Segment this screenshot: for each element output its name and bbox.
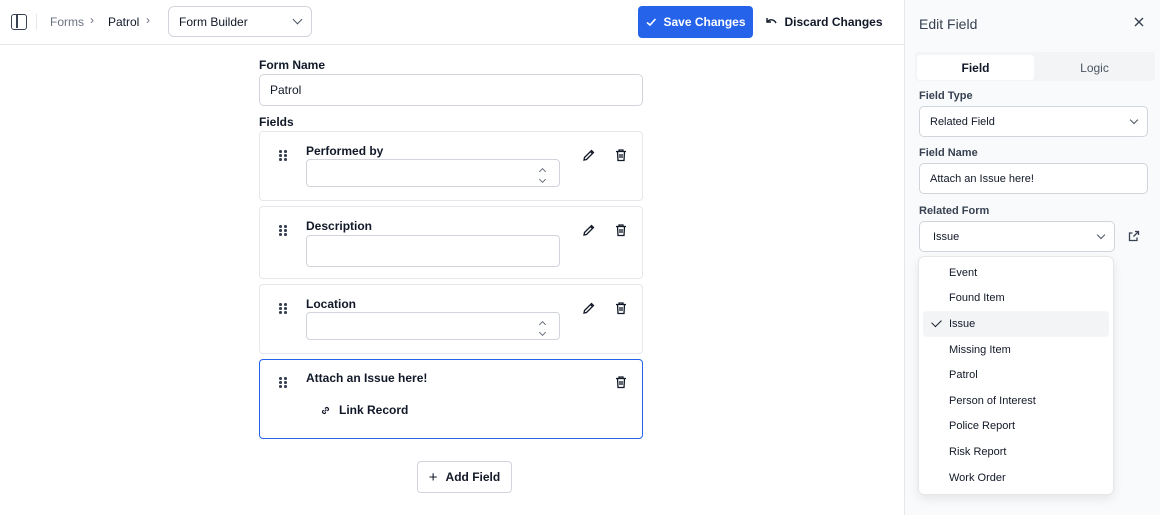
field-name-value: Attach an Issue here! — [930, 172, 1034, 185]
fields-label: Fields — [259, 115, 294, 129]
field-card-location[interactable]: Location — [259, 284, 643, 354]
pencil-icon[interactable] — [581, 222, 597, 238]
tab-logic[interactable]: Logic — [1036, 55, 1153, 80]
chevron-down-icon — [292, 14, 303, 25]
discard-changes-label: Discard Changes — [784, 15, 883, 29]
location-select[interactable] — [306, 312, 560, 340]
close-icon[interactable] — [1133, 16, 1145, 28]
divider — [36, 14, 37, 30]
pencil-icon[interactable] — [581, 147, 597, 163]
sidebar-toggle-icon[interactable] — [11, 14, 27, 30]
field-type-value: Related Field — [930, 115, 995, 128]
add-field-button[interactable]: + Add Field — [417, 461, 512, 493]
option-label: Person of Interest — [949, 394, 1036, 407]
field-card-description[interactable]: Description — [259, 206, 643, 279]
view-select-value: Form Builder — [179, 14, 248, 29]
panel-title: Edit Field — [919, 16, 978, 32]
form-name-value: Patrol — [270, 83, 302, 97]
undo-icon — [766, 18, 778, 24]
field-label: Description — [306, 219, 373, 233]
related-form-value: Issue — [933, 230, 960, 243]
save-changes-label: Save Changes — [663, 15, 746, 29]
related-form-select[interactable]: Issue — [919, 221, 1115, 252]
option-label: Event — [949, 266, 978, 279]
option-label: Found Item — [949, 292, 1005, 305]
option-label: Missing Item — [949, 343, 1011, 356]
description-input[interactable] — [306, 235, 560, 267]
chevron-down-icon — [1129, 115, 1139, 124]
trash-icon[interactable] — [613, 222, 629, 238]
save-changes-button[interactable]: Save Changes — [638, 6, 753, 38]
field-label: Attach an Issue here! — [306, 371, 428, 385]
field-card-performed-by[interactable]: Performed by — [259, 131, 643, 201]
tab-field[interactable]: Field — [917, 55, 1034, 80]
breadcrumb-patrol[interactable]: Patrol — [108, 15, 139, 29]
option-label: Patrol — [949, 369, 978, 382]
trash-icon[interactable] — [613, 374, 629, 390]
trash-icon[interactable] — [613, 147, 629, 163]
option-missing-item[interactable]: Missing Item — [923, 337, 1109, 363]
option-person-of-interest[interactable]: Person of Interest — [923, 388, 1109, 414]
option-patrol[interactable]: Patrol — [923, 362, 1109, 388]
link-record-label: Link Record — [339, 403, 409, 417]
panel-tabs: Field Logic — [915, 52, 1155, 81]
drag-handle-icon[interactable] — [279, 150, 287, 161]
top-bar: Forms › Patrol › Form Builder Save Chang… — [0, 0, 904, 45]
option-found-item[interactable]: Found Item — [923, 286, 1109, 312]
option-label: Work Order — [949, 471, 1006, 484]
field-type-select[interactable]: Related Field — [919, 106, 1148, 137]
option-label: Risk Report — [949, 445, 1007, 458]
drag-handle-icon[interactable] — [279, 225, 287, 236]
breadcrumb-forms[interactable]: Forms — [50, 15, 84, 29]
up-down-chevron-icon — [538, 320, 547, 337]
option-police-report[interactable]: Police Report — [923, 414, 1109, 440]
option-event[interactable]: Event — [923, 260, 1109, 286]
view-select[interactable]: Form Builder — [168, 6, 312, 37]
field-label: Location — [306, 297, 356, 311]
link-record-button[interactable]: Link Record — [320, 403, 408, 417]
pencil-icon[interactable] — [581, 300, 597, 316]
field-type-label: Field Type — [919, 90, 973, 102]
check-icon — [646, 18, 657, 27]
drag-handle-icon[interactable] — [279, 377, 287, 388]
option-issue[interactable]: Issue — [923, 311, 1109, 337]
chevron-right-icon: › — [90, 13, 94, 27]
form-name-label: Form Name — [259, 58, 326, 72]
plus-icon: + — [428, 468, 438, 486]
chevron-down-icon — [1096, 230, 1106, 239]
up-down-chevron-icon — [538, 167, 547, 184]
related-form-label: Related Form — [919, 205, 990, 217]
option-work-order[interactable]: Work Order — [923, 465, 1109, 491]
option-label: Issue — [949, 317, 976, 330]
drag-handle-icon[interactable] — [279, 303, 287, 314]
add-field-label: Add Field — [445, 470, 501, 484]
related-form-dropdown: Event Found Item Issue Missing Item Patr… — [918, 256, 1114, 495]
option-risk-report[interactable]: Risk Report — [923, 439, 1109, 465]
link-icon — [321, 406, 330, 414]
trash-icon[interactable] — [613, 300, 629, 316]
form-name-input[interactable]: Patrol — [259, 74, 643, 106]
field-card-attach-issue[interactable]: Attach an Issue here! Link Record — [259, 359, 643, 439]
field-name-input[interactable]: Attach an Issue here! — [919, 163, 1148, 194]
chevron-right-icon: › — [146, 13, 150, 27]
external-link-icon[interactable] — [1128, 230, 1140, 242]
performed-by-select[interactable] — [306, 159, 560, 187]
check-icon — [931, 316, 942, 328]
field-label: Performed by — [306, 144, 384, 158]
field-name-label: Field Name — [919, 147, 978, 159]
option-label: Police Report — [949, 420, 1016, 433]
discard-changes-button[interactable]: Discard Changes — [765, 6, 883, 38]
